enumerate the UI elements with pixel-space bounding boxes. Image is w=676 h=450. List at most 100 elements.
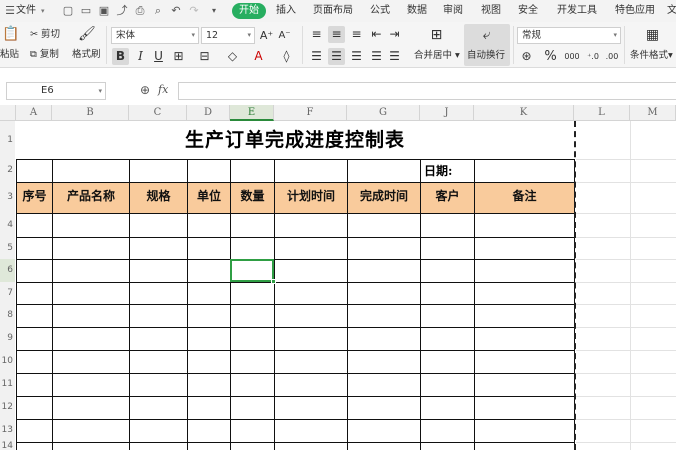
table-cell[interactable] xyxy=(16,282,53,305)
table-cell[interactable] xyxy=(347,304,421,328)
table-cell[interactable] xyxy=(474,442,575,450)
table-cell[interactable] xyxy=(420,282,475,305)
table-cell[interactable] xyxy=(420,304,475,328)
table-cell[interactable] xyxy=(16,396,53,420)
table-cell[interactable] xyxy=(16,159,53,183)
table-header-cell[interactable]: 完成时间 xyxy=(347,182,421,214)
table-header-cell[interactable]: 单位 xyxy=(187,182,231,214)
table-cell[interactable] xyxy=(347,327,421,351)
sheet-title[interactable]: 生产订单完成进度控制表 xyxy=(16,121,574,159)
table-cell[interactable] xyxy=(129,350,188,374)
date-value-cell[interactable] xyxy=(474,159,575,183)
table-cell[interactable] xyxy=(474,350,575,374)
active-cell-selection[interactable] xyxy=(230,259,276,284)
table-cell[interactable] xyxy=(274,237,348,260)
table-header-cell[interactable]: 规格 xyxy=(129,182,188,214)
table-cell[interactable] xyxy=(52,327,130,351)
table-cell[interactable] xyxy=(187,237,231,260)
table-cell[interactable] xyxy=(16,350,53,374)
table-cell[interactable] xyxy=(16,237,53,260)
row-header[interactable]: 14 xyxy=(0,442,15,450)
table-cell[interactable] xyxy=(187,327,231,351)
table-cell[interactable] xyxy=(274,304,348,328)
table-cell[interactable] xyxy=(16,327,53,351)
table-cell[interactable] xyxy=(274,159,348,183)
table-cell[interactable] xyxy=(230,396,275,420)
table-header-cell[interactable]: 产品名称 xyxy=(52,182,130,214)
table-cell[interactable] xyxy=(16,442,53,450)
row-header[interactable]: 3 xyxy=(0,182,15,213)
table-cell[interactable] xyxy=(347,396,421,420)
fill-handle[interactable] xyxy=(271,279,276,284)
row-header[interactable]: 7 xyxy=(0,282,15,304)
table-cell[interactable] xyxy=(420,442,475,450)
table-cell[interactable] xyxy=(274,396,348,420)
table-cell[interactable] xyxy=(52,159,130,183)
table-cell[interactable] xyxy=(187,373,231,397)
table-cell[interactable] xyxy=(230,304,275,328)
table-cell[interactable] xyxy=(420,396,475,420)
table-cell[interactable] xyxy=(347,282,421,305)
table-cell[interactable] xyxy=(474,213,575,238)
row-header[interactable]: 12 xyxy=(0,396,15,419)
table-cell[interactable] xyxy=(187,304,231,328)
table-cell[interactable] xyxy=(187,159,231,183)
table-header-cell[interactable]: 客户 xyxy=(420,182,475,214)
table-cell[interactable] xyxy=(474,282,575,305)
table-cell[interactable] xyxy=(187,442,231,450)
table-cell[interactable] xyxy=(230,213,275,238)
table-cell[interactable] xyxy=(52,259,130,283)
table-cell[interactable] xyxy=(129,396,188,420)
table-cell[interactable] xyxy=(274,259,348,283)
table-cell[interactable] xyxy=(129,327,188,351)
table-cell[interactable] xyxy=(274,282,348,305)
table-cell[interactable] xyxy=(274,373,348,397)
table-cell[interactable] xyxy=(347,350,421,374)
table-cell[interactable] xyxy=(187,350,231,374)
table-cell[interactable] xyxy=(187,396,231,420)
table-cell[interactable] xyxy=(474,419,575,443)
table-cell[interactable] xyxy=(52,237,130,260)
table-cell[interactable] xyxy=(129,304,188,328)
table-cell[interactable] xyxy=(230,159,275,183)
table-cell[interactable] xyxy=(230,373,275,397)
table-cell[interactable] xyxy=(474,259,575,283)
table-cell[interactable] xyxy=(230,419,275,443)
table-cell[interactable] xyxy=(230,327,275,351)
table-cell[interactable] xyxy=(52,282,130,305)
row-header[interactable]: 1 xyxy=(0,121,15,159)
table-cell[interactable] xyxy=(16,373,53,397)
table-header-cell[interactable]: 数量 xyxy=(230,182,275,214)
table-cell[interactable] xyxy=(474,396,575,420)
table-cell[interactable] xyxy=(16,259,53,283)
row-header[interactable]: 4 xyxy=(0,213,15,237)
table-cell[interactable] xyxy=(187,419,231,443)
table-header-cell[interactable]: 序号 xyxy=(16,182,53,214)
table-cell[interactable] xyxy=(16,213,53,238)
table-cell[interactable] xyxy=(420,259,475,283)
table-cell[interactable] xyxy=(347,159,421,183)
table-cell[interactable] xyxy=(474,327,575,351)
table-cell[interactable] xyxy=(347,213,421,238)
table-cell[interactable] xyxy=(420,237,475,260)
row-header[interactable]: 2 xyxy=(0,159,15,182)
table-cell[interactable] xyxy=(52,304,130,328)
table-cell[interactable] xyxy=(52,373,130,397)
row-header[interactable]: 8 xyxy=(0,304,15,327)
table-cell[interactable] xyxy=(420,350,475,374)
row-header[interactable]: 10 xyxy=(0,350,15,373)
table-cell[interactable] xyxy=(420,419,475,443)
table-cell[interactable] xyxy=(274,419,348,443)
date-label[interactable]: 日期: xyxy=(424,162,452,180)
table-cell[interactable] xyxy=(274,213,348,238)
table-cell[interactable] xyxy=(474,304,575,328)
table-cell[interactable] xyxy=(474,237,575,260)
table-cell[interactable] xyxy=(187,259,231,283)
table-header-cell[interactable]: 备注 xyxy=(474,182,575,214)
table-cell[interactable] xyxy=(129,442,188,450)
table-cell[interactable] xyxy=(52,396,130,420)
table-cell[interactable] xyxy=(129,237,188,260)
table-cell[interactable] xyxy=(347,259,421,283)
table-cell[interactable] xyxy=(187,213,231,238)
row-header[interactable]: 13 xyxy=(0,419,15,442)
